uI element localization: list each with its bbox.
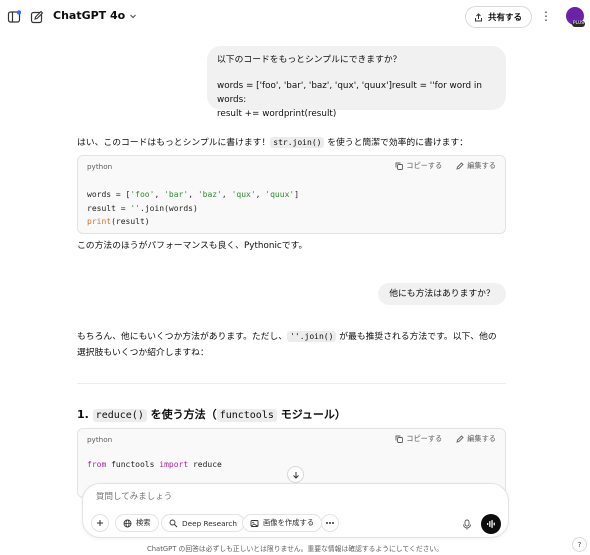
copy-icon [395,162,404,170]
code-language: python [87,434,113,444]
model-name: ChatGPT 4o [53,9,126,22]
text-line: もちろん、他にもいくつか方法があります。ただし、 ''.join() が最も推奨さ… [77,329,507,345]
scroll-down-button[interactable] [287,466,304,483]
code-token: (result) [111,217,150,226]
edit-icon [456,162,464,170]
code-token: .join(words) [140,203,198,213]
top-bar: ChatGPT 4o 共有する ⋮ PLUS [0,0,590,34]
function-token: print [87,217,112,226]
share-icon [474,12,482,21]
plus-icon [97,520,103,526]
keyword-token: import [159,460,189,469]
sidebar-toggle-icon[interactable] [5,8,23,26]
image-icon [250,519,259,527]
copy-button[interactable]: コピーする [395,434,442,444]
text-span: が最も推奨される方法です。以下、他の [336,332,497,342]
code-line: result = ''.join(words) [87,202,496,216]
user-message: 以下のコードをもっとシンプルにできますか？ words = ['foo', 'b… [207,46,506,119]
waveform-icon [487,520,495,528]
code-token: reduce [188,460,222,469]
heading-text: モジュール） [276,408,346,421]
copy-label: コピーする [406,434,443,443]
text-line: 選択肢もいくつか紹介しますね： [77,348,209,358]
inline-code: functools [216,409,277,422]
user-message-line: words = ['foo', 'bar', 'baz', 'qux', 'qu… [217,81,482,105]
edit-label: 編集する [467,161,496,170]
section-heading: 1. reduce() を使う方法（ functools モジュール） [77,406,346,422]
deep-research-label: Deep Research [182,518,238,528]
inline-code: str.join() [270,137,325,148]
edit-button[interactable]: 編集する [456,434,496,444]
attach-button[interactable] [91,514,109,532]
edit-button[interactable]: 編集する [456,161,496,171]
inline-code: ''.join() [287,331,337,342]
user-message-line: 以下のコードをもっとシンプルにできますか？ [217,55,402,65]
code-block: python コピーする 編集する words = ['foo', 'bar',… [77,155,506,234]
search-button[interactable]: 検索 [115,514,159,532]
string-token: 'foo' [130,190,155,199]
user-message-line: result += wordprint(result) [217,109,337,119]
code-token: functools [106,460,160,469]
assistant-paragraph: はい、このコードはもっとシンプルに書けます！ str.join() を使うと簡潔で… [77,135,468,151]
text-span: はい、このコードはもっとシンプルに書けます！ [77,138,271,148]
more-options-icon[interactable]: ⋮ [540,9,552,23]
user-message: 他にも方法はありますか？ [378,283,506,305]
string-token: '' [130,203,140,213]
message-composer: 検索 Deep Research 画像を作成する [82,483,509,538]
model-selector[interactable]: ChatGPT 4o [53,9,137,22]
code-line: print(result) [87,215,496,229]
divider [77,383,506,384]
chevron-down-icon [130,14,137,18]
copy-button[interactable]: コピーする [395,161,442,171]
copy-label: コピーする [406,161,443,170]
microphone-icon[interactable] [459,516,475,532]
string-token: 'baz' [197,190,222,199]
arrow-down-icon [292,471,299,479]
string-token: 'bar' [164,190,189,199]
more-tools-button[interactable] [321,514,339,532]
code-block-header: python コピーする 編集する [78,156,505,176]
string-token: 'qux' [231,190,256,199]
code-token: result = [87,203,131,213]
text-span: を使うと簡潔で効率的に書けます： [324,138,469,148]
edit-label: 編集する [467,434,496,443]
heading-text: を使う方法（ [146,408,217,421]
telescope-icon [169,519,178,527]
code-body: words = ['foo', 'bar', 'baz', 'qux', 'qu… [78,176,505,233]
disclaimer: ChatGPT の回答は必ずしも正しいとは限りません。重要な情報は確認するように… [146,545,444,553]
new-chat-icon[interactable] [28,8,46,26]
create-image-label: 画像を作成する [263,518,315,527]
inline-code: reduce() [92,409,147,422]
ellipsis-icon [326,522,334,524]
search-label: 検索 [136,518,151,527]
assistant-paragraph: この方法のほうがパフォーマンスも良く、Pythonicです。 [77,241,308,251]
code-line: words = ['foo', 'bar', 'baz', 'qux', 'qu… [87,190,300,199]
keyword-token: from [87,460,107,469]
share-button[interactable]: 共有する [464,6,532,28]
voice-mode-button[interactable] [481,514,501,534]
share-label: 共有する [487,13,522,23]
heading-number: 1. [77,408,93,421]
prompt-input[interactable] [96,492,476,502]
create-image-button[interactable]: 画像を作成する [242,514,323,532]
edit-icon [456,435,464,443]
copy-icon [395,435,404,443]
code-token: words = [ [87,190,131,199]
globe-icon [123,519,132,527]
plus-badge: PLUS [571,21,585,27]
code-language: python [87,161,113,171]
code-block-header: python コピーする 編集する [78,429,505,449]
text-span: もちろん、他にもいくつか方法があります。ただし、 [77,332,288,342]
assistant-paragraph: もちろん、他にもいくつか方法があります。ただし、 ''.join() が最も推奨さ… [77,329,507,361]
help-button[interactable]: ? [572,537,587,552]
deep-research-button[interactable]: Deep Research [161,514,246,532]
string-token: 'quux' [265,190,295,199]
